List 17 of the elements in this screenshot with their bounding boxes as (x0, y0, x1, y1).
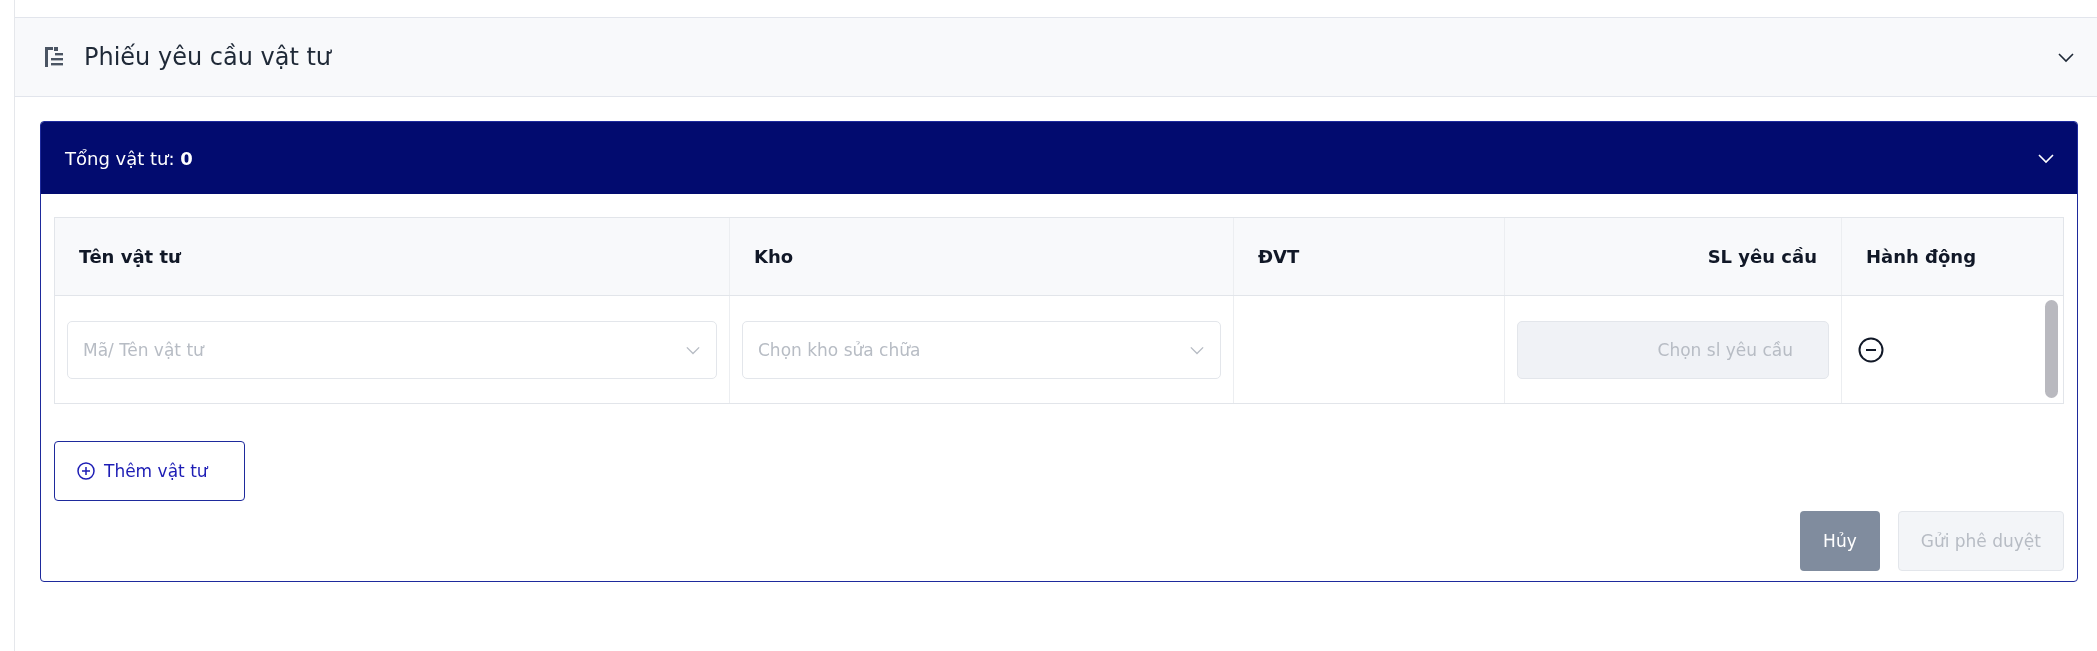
section-header[interactable]: Phiếu yêu cầu vật tư (15, 17, 2097, 97)
select-field[interactable]: Chọn kho sửa chữa (742, 320, 1221, 379)
remove-icon[interactable] (1858, 336, 1884, 363)
column-header: SL yêu cầu (1505, 218, 1842, 295)
column-header: Tên vật tư (55, 218, 730, 295)
scrollbar-thumb[interactable] (2045, 300, 2058, 398)
column-header: ĐVT (1234, 218, 1505, 295)
total-count: Tổng vật tư: 0 (65, 147, 193, 169)
panel-header[interactable]: Tổng vật tư: 0 (41, 122, 2077, 194)
add-material-button[interactable]: Thêm vật tư (54, 441, 245, 501)
select-field[interactable]: Mã/ Tên vật tư (67, 320, 717, 379)
column-header: Kho (730, 218, 1234, 295)
cancel-button[interactable]: Hủy (1800, 511, 1880, 571)
column-header: Hành động (1865, 245, 1978, 269)
document-icon (44, 46, 64, 68)
plus-circle-icon (77, 462, 95, 480)
section-title: Phiếu yêu cầu vật tư (84, 43, 333, 71)
